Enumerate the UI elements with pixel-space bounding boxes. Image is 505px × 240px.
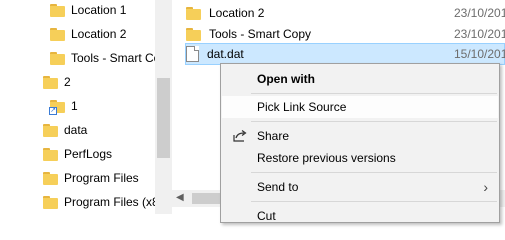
menu-separator	[251, 93, 497, 94]
file-row-location-2[interactable]: Location 2 23/10/201	[186, 2, 505, 24]
menu-item-label: Restore previous versions	[257, 151, 396, 165]
menu-item-label: Open with	[257, 72, 315, 86]
nav-item-label: Location 2	[71, 27, 127, 41]
file-date: 15/10/201	[454, 47, 505, 61]
nav-item-location-1[interactable]: Location 1	[50, 0, 126, 21]
menu-item-cut[interactable]: Cut	[222, 205, 498, 227]
file-date: 23/10/201	[454, 6, 505, 20]
folder-shortcut-icon: ↗	[49, 99, 65, 115]
scrollbar-thumb[interactable]	[157, 78, 170, 158]
file-icon	[186, 46, 199, 62]
folder-icon	[43, 171, 58, 185]
menu-item-open-with[interactable]: Open with	[222, 68, 498, 90]
folder-icon	[43, 147, 58, 161]
folder-icon	[43, 75, 58, 89]
nav-item-data[interactable]: data	[43, 119, 87, 141]
nav-item-program-files-x86[interactable]: Program Files (x8	[43, 191, 159, 213]
file-name: Location 2	[209, 6, 265, 20]
nav-item-label: PerfLogs	[64, 147, 113, 161]
nav-item-label: data	[64, 123, 88, 137]
nav-item-2[interactable]: 2	[43, 71, 71, 93]
nav-item-label: 2	[64, 75, 71, 89]
nav-item-1[interactable]: ↗ 1	[49, 95, 78, 117]
nav-item-program-files[interactable]: Program Files	[43, 167, 139, 189]
nav-item-label: Location 1	[71, 3, 127, 17]
menu-item-label: Pick Link Source	[257, 100, 347, 114]
nav-item-label: Program Files (x8	[64, 195, 159, 209]
menu-separator	[251, 201, 497, 202]
file-name: Tools - Smart Copy	[209, 27, 312, 41]
folder-icon	[43, 195, 58, 209]
nav-item-label: Program Files	[64, 171, 139, 185]
navigation-pane: Location 1 Location 2 Tools - Smart Co 2…	[0, 0, 172, 214]
nav-item-perflogs[interactable]: PerfLogs	[43, 143, 112, 165]
nav-pane-scrollbar[interactable]	[155, 0, 172, 214]
file-name: dat.dat	[207, 47, 244, 61]
menu-separator	[251, 172, 497, 173]
nav-item-label: 1	[71, 99, 78, 113]
file-row-tools-smart-copy[interactable]: Tools - Smart Copy 23/10/201	[186, 23, 505, 45]
folder-icon	[186, 6, 201, 20]
context-menu: Open with Pick Link Source Share Restore…	[220, 63, 500, 223]
menu-item-share[interactable]: Share	[222, 125, 498, 147]
menu-item-pick-link-source[interactable]: Pick Link Source	[222, 96, 498, 118]
menu-item-label: Share	[257, 129, 290, 143]
menu-item-send-to[interactable]: Send to ›	[222, 176, 498, 198]
chevron-right-icon: ›	[483, 179, 488, 195]
share-icon	[233, 130, 247, 142]
folder-icon	[50, 3, 65, 17]
folder-icon	[50, 27, 65, 41]
folder-icon	[43, 123, 58, 137]
file-date: 23/10/201	[454, 27, 505, 41]
folder-icon	[50, 51, 65, 65]
nav-item-tools-smart-copy[interactable]: Tools - Smart Co	[50, 47, 160, 69]
file-row-dat-dat[interactable]: dat.dat 15/10/201	[185, 43, 505, 65]
nav-item-label: Tools - Smart Co	[71, 51, 161, 65]
menu-item-restore-previous-versions[interactable]: Restore previous versions	[222, 147, 498, 169]
menu-item-label: Cut	[257, 209, 276, 223]
menu-item-label: Send to	[257, 180, 299, 194]
scroll-left-icon[interactable]: ◀	[176, 192, 184, 203]
menu-separator	[251, 121, 497, 122]
folder-icon	[186, 27, 201, 41]
nav-item-location-2[interactable]: Location 2	[50, 23, 126, 45]
